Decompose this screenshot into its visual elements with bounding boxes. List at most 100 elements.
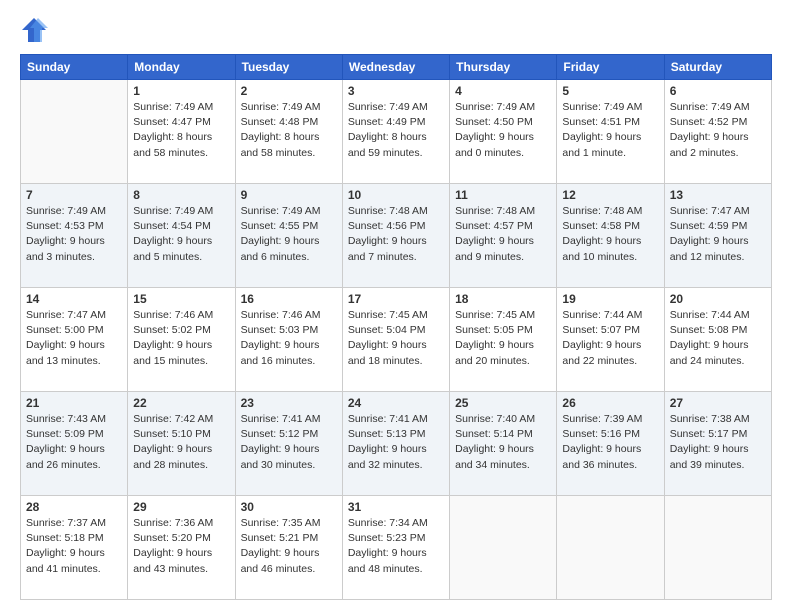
day-info: Sunrise: 7:49 AMSunset: 4:55 PMDaylight:… <box>241 204 337 265</box>
calendar-cell: 24 Sunrise: 7:41 AMSunset: 5:13 PMDayligh… <box>342 392 449 496</box>
day-number: 29 <box>133 500 229 514</box>
day-info: Sunrise: 7:44 AMSunset: 5:08 PMDaylight:… <box>670 308 766 369</box>
calendar-cell: 1Sunrise: 7:49 AMSunset: 4:47 PMDaylight… <box>128 80 235 184</box>
day-info: Sunrise: 7:45 AMSunset: 5:05 PMDaylight:… <box>455 308 551 369</box>
calendar-cell: 8Sunrise: 7:49 AMSunset: 4:54 PMDaylight… <box>128 184 235 288</box>
day-number: 17 <box>348 292 444 306</box>
day-info: Sunrise: 7:44 AMSunset: 5:07 PMDaylight:… <box>562 308 658 369</box>
day-number: 10 <box>348 188 444 202</box>
header <box>20 16 772 44</box>
day-info: Sunrise: 7:45 AMSunset: 5:04 PMDaylight:… <box>348 308 444 369</box>
calendar-cell: 10 Sunrise: 7:48 AMSunset: 4:56 PMDayligh… <box>342 184 449 288</box>
calendar-week-row: 21 Sunrise: 7:43 AMSunset: 5:09 PMDayligh… <box>21 392 772 496</box>
day-info: Sunrise: 7:37 AMSunset: 5:18 PMDaylight:… <box>26 516 122 577</box>
calendar-cell: 26Sunrise: 7:39 AMSunset: 5:16 PMDayligh… <box>557 392 664 496</box>
day-number: 2 <box>241 84 337 98</box>
day-info: Sunrise: 7:43 AMSunset: 5:09 PMDaylight:… <box>26 412 122 473</box>
day-info: Sunrise: 7:48 AMSunset: 4:57 PMDaylight:… <box>455 204 551 265</box>
calendar-cell: 16 Sunrise: 7:46 AMSunset: 5:03 PMDayligh… <box>235 288 342 392</box>
day-info: Sunrise: 7:47 AMSunset: 5:00 PMDaylight:… <box>26 308 122 369</box>
calendar-cell: 11 Sunrise: 7:48 AMSunset: 4:57 PMDayligh… <box>450 184 557 288</box>
day-number: 31 <box>348 500 444 514</box>
weekday-header: Friday <box>557 55 664 80</box>
day-number: 26 <box>562 396 658 410</box>
day-number: 3 <box>348 84 444 98</box>
day-info: Sunrise: 7:49 AMSunset: 4:49 PMDaylight:… <box>348 100 444 161</box>
day-info: Sunrise: 7:49 AMSunset: 4:51 PMDaylight:… <box>562 100 658 161</box>
weekday-header: Wednesday <box>342 55 449 80</box>
calendar-cell <box>664 496 771 600</box>
calendar-cell: 20 Sunrise: 7:44 AMSunset: 5:08 PMDayligh… <box>664 288 771 392</box>
calendar-cell: 7Sunrise: 7:49 AMSunset: 4:53 PMDaylight… <box>21 184 128 288</box>
calendar-week-row: 7Sunrise: 7:49 AMSunset: 4:53 PMDaylight… <box>21 184 772 288</box>
calendar-cell: 30 Sunrise: 7:35 AMSunset: 5:21 PMDayligh… <box>235 496 342 600</box>
day-info: Sunrise: 7:48 AMSunset: 4:56 PMDaylight:… <box>348 204 444 265</box>
calendar-cell: 29 Sunrise: 7:36 AMSunset: 5:20 PMDayligh… <box>128 496 235 600</box>
logo <box>20 16 52 44</box>
calendar-cell: 3 Sunrise: 7:49 AMSunset: 4:49 PMDaylight… <box>342 80 449 184</box>
day-info: Sunrise: 7:49 AMSunset: 4:53 PMDaylight:… <box>26 204 122 265</box>
calendar-cell: 19 Sunrise: 7:44 AMSunset: 5:07 PMDayligh… <box>557 288 664 392</box>
calendar-cell <box>557 496 664 600</box>
calendar-cell: 12 Sunrise: 7:48 AMSunset: 4:58 PMDayligh… <box>557 184 664 288</box>
calendar-cell: 21 Sunrise: 7:43 AMSunset: 5:09 PMDayligh… <box>21 392 128 496</box>
calendar-cell: 15 Sunrise: 7:46 AMSunset: 5:02 PMDayligh… <box>128 288 235 392</box>
day-number: 23 <box>241 396 337 410</box>
calendar-cell: 22 Sunrise: 7:42 AMSunset: 5:10 PMDayligh… <box>128 392 235 496</box>
weekday-header: Tuesday <box>235 55 342 80</box>
calendar-cell <box>450 496 557 600</box>
day-info: Sunrise: 7:38 AMSunset: 5:17 PMDaylight:… <box>670 412 766 473</box>
day-info: Sunrise: 7:46 AMSunset: 5:03 PMDaylight:… <box>241 308 337 369</box>
calendar-cell: 14 Sunrise: 7:47 AMSunset: 5:00 PMDayligh… <box>21 288 128 392</box>
day-number: 19 <box>562 292 658 306</box>
day-info: Sunrise: 7:48 AMSunset: 4:58 PMDaylight:… <box>562 204 658 265</box>
logo-icon <box>20 16 48 44</box>
day-info: Sunrise: 7:42 AMSunset: 5:10 PMDaylight:… <box>133 412 229 473</box>
day-number: 22 <box>133 396 229 410</box>
day-info: Sunrise: 7:46 AMSunset: 5:02 PMDaylight:… <box>133 308 229 369</box>
day-number: 5 <box>562 84 658 98</box>
day-info: Sunrise: 7:34 AMSunset: 5:23 PMDaylight:… <box>348 516 444 577</box>
day-info: Sunrise: 7:49 AMSunset: 4:54 PMDaylight:… <box>133 204 229 265</box>
day-info: Sunrise: 7:41 AMSunset: 5:12 PMDaylight:… <box>241 412 337 473</box>
day-info: Sunrise: 7:47 AMSunset: 4:59 PMDaylight:… <box>670 204 766 265</box>
day-info: Sunrise: 7:49 AMSunset: 4:48 PMDaylight:… <box>241 100 337 161</box>
day-number: 15 <box>133 292 229 306</box>
day-number: 25 <box>455 396 551 410</box>
calendar-cell: 31 Sunrise: 7:34 AMSunset: 5:23 PMDayligh… <box>342 496 449 600</box>
day-number: 6 <box>670 84 766 98</box>
weekday-header: Saturday <box>664 55 771 80</box>
calendar-cell: 4Sunrise: 7:49 AMSunset: 4:50 PMDaylight… <box>450 80 557 184</box>
day-info: Sunrise: 7:41 AMSunset: 5:13 PMDaylight:… <box>348 412 444 473</box>
calendar-cell: 25Sunrise: 7:40 AMSunset: 5:14 PMDayligh… <box>450 392 557 496</box>
day-number: 4 <box>455 84 551 98</box>
calendar-week-row: 28 Sunrise: 7:37 AMSunset: 5:18 PMDayligh… <box>21 496 772 600</box>
calendar-cell: 5 Sunrise: 7:49 AMSunset: 4:51 PMDaylight… <box>557 80 664 184</box>
calendar-cell: 2 Sunrise: 7:49 AMSunset: 4:48 PMDaylight… <box>235 80 342 184</box>
day-number: 9 <box>241 188 337 202</box>
calendar-week-row: 1Sunrise: 7:49 AMSunset: 4:47 PMDaylight… <box>21 80 772 184</box>
day-number: 30 <box>241 500 337 514</box>
day-info: Sunrise: 7:36 AMSunset: 5:20 PMDaylight:… <box>133 516 229 577</box>
calendar-header-row: SundayMondayTuesdayWednesdayThursdayFrid… <box>21 55 772 80</box>
weekday-header: Thursday <box>450 55 557 80</box>
day-number: 21 <box>26 396 122 410</box>
day-info: Sunrise: 7:49 AMSunset: 4:52 PMDaylight:… <box>670 100 766 161</box>
calendar-cell: 18Sunrise: 7:45 AMSunset: 5:05 PMDayligh… <box>450 288 557 392</box>
day-number: 11 <box>455 188 551 202</box>
calendar-cell: 6 Sunrise: 7:49 AMSunset: 4:52 PMDaylight… <box>664 80 771 184</box>
day-info: Sunrise: 7:49 AMSunset: 4:47 PMDaylight:… <box>133 100 229 161</box>
day-number: 20 <box>670 292 766 306</box>
day-number: 16 <box>241 292 337 306</box>
calendar-cell: 23 Sunrise: 7:41 AMSunset: 5:12 PMDayligh… <box>235 392 342 496</box>
calendar-week-row: 14 Sunrise: 7:47 AMSunset: 5:00 PMDayligh… <box>21 288 772 392</box>
day-number: 14 <box>26 292 122 306</box>
day-number: 24 <box>348 396 444 410</box>
calendar-cell <box>21 80 128 184</box>
day-number: 13 <box>670 188 766 202</box>
day-number: 28 <box>26 500 122 514</box>
day-number: 12 <box>562 188 658 202</box>
day-info: Sunrise: 7:35 AMSunset: 5:21 PMDaylight:… <box>241 516 337 577</box>
calendar-table: SundayMondayTuesdayWednesdayThursdayFrid… <box>20 54 772 600</box>
calendar-cell: 13 Sunrise: 7:47 AMSunset: 4:59 PMDayligh… <box>664 184 771 288</box>
